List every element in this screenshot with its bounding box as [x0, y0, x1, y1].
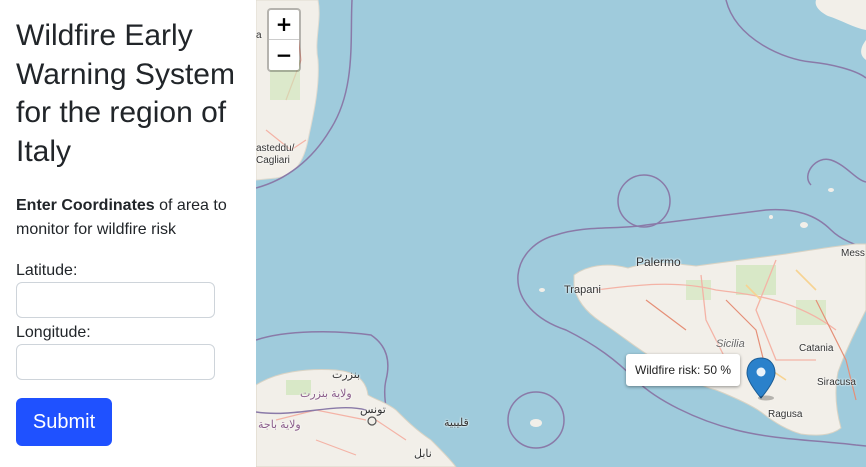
page-title: Wildfire Early Warning System for the re… [16, 19, 235, 168]
zoom-in-button[interactable]: + [269, 10, 299, 40]
label-beja-gov: ولاية باجة [258, 419, 301, 431]
longitude-input[interactable] [16, 344, 215, 380]
map[interactable]: Palermo Trapani Sicilia Catania Siracusa… [256, 0, 866, 467]
label-catania: Catania [799, 343, 834, 354]
label-siracusa: Siracusa [817, 377, 856, 388]
label-tunis: تونس [360, 404, 386, 416]
latitude-label: Latitude: [16, 262, 78, 279]
submit-button[interactable]: Submit [16, 398, 112, 446]
intro-bold: Enter Coordinates [16, 197, 155, 214]
label-ragusa: Ragusa [768, 409, 803, 420]
zoom-control: + − [267, 8, 301, 72]
label-cagliari: asteddu/ Cagliari [256, 143, 295, 166]
latitude-input[interactable] [16, 282, 215, 318]
label-bizerte: بنزرت [332, 369, 361, 381]
sidebar: Wildfire Early Warning System for the re… [0, 0, 256, 467]
zoom-out-button[interactable]: − [269, 40, 299, 70]
label-kelibia: قليبية [444, 417, 469, 429]
label-bizerte-gov: ولاية بنزرت [300, 388, 352, 400]
label-cagliari-top: a [256, 30, 262, 41]
label-trapani: Trapani [564, 284, 601, 296]
wildfire-risk-tooltip: Wildfire risk: 50 % [626, 354, 741, 386]
longitude-label: Longitude: [16, 324, 91, 341]
label-nabeul: نابل [414, 448, 432, 460]
label-palermo: Palermo [636, 255, 681, 269]
label-sicilia: Sicilia [716, 338, 745, 350]
label-messina: Mess [841, 248, 865, 259]
intro-text: Enter Coordinates of area to monitor for… [16, 194, 246, 242]
